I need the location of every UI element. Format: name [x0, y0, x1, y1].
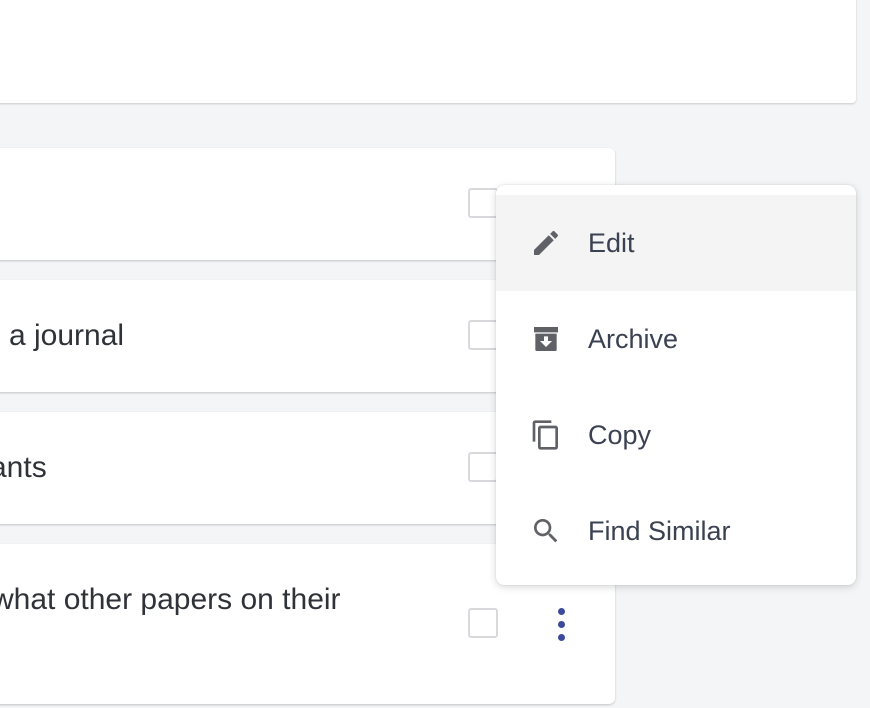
menu-item-label: Copy	[588, 419, 652, 450]
task-text: a journal	[9, 319, 125, 352]
menu-item-copy[interactable]: Copy	[496, 387, 856, 483]
menu-item-label: Archive	[588, 323, 679, 354]
more-dot	[557, 607, 565, 615]
search-icon	[530, 515, 562, 547]
menu-item-archive[interactable]: Archive	[496, 291, 856, 387]
copy-icon	[530, 419, 562, 451]
task-checkbox[interactable]	[468, 452, 498, 482]
more-dot	[557, 633, 565, 641]
archive-icon	[530, 323, 562, 355]
menu-item-label: Find Similar	[588, 515, 731, 546]
context-menu: Edit Archive Copy Find Similar	[496, 185, 856, 585]
task-checkbox[interactable]	[468, 188, 498, 218]
menu-item-label: Edit	[588, 227, 635, 258]
more-dot	[557, 620, 565, 628]
menu-item-find-similar[interactable]: Find Similar	[496, 483, 856, 579]
task-checkbox[interactable]	[468, 320, 498, 350]
task-text: ants	[0, 451, 47, 484]
pencil-icon	[530, 227, 562, 259]
more-options-button[interactable]	[546, 602, 576, 646]
menu-item-edit[interactable]: Edit	[496, 195, 856, 291]
task-checkbox[interactable]	[468, 608, 498, 638]
task-text: what other papers on their	[0, 583, 341, 616]
context-menu-list: Edit Archive Copy Find Similar	[496, 195, 856, 579]
